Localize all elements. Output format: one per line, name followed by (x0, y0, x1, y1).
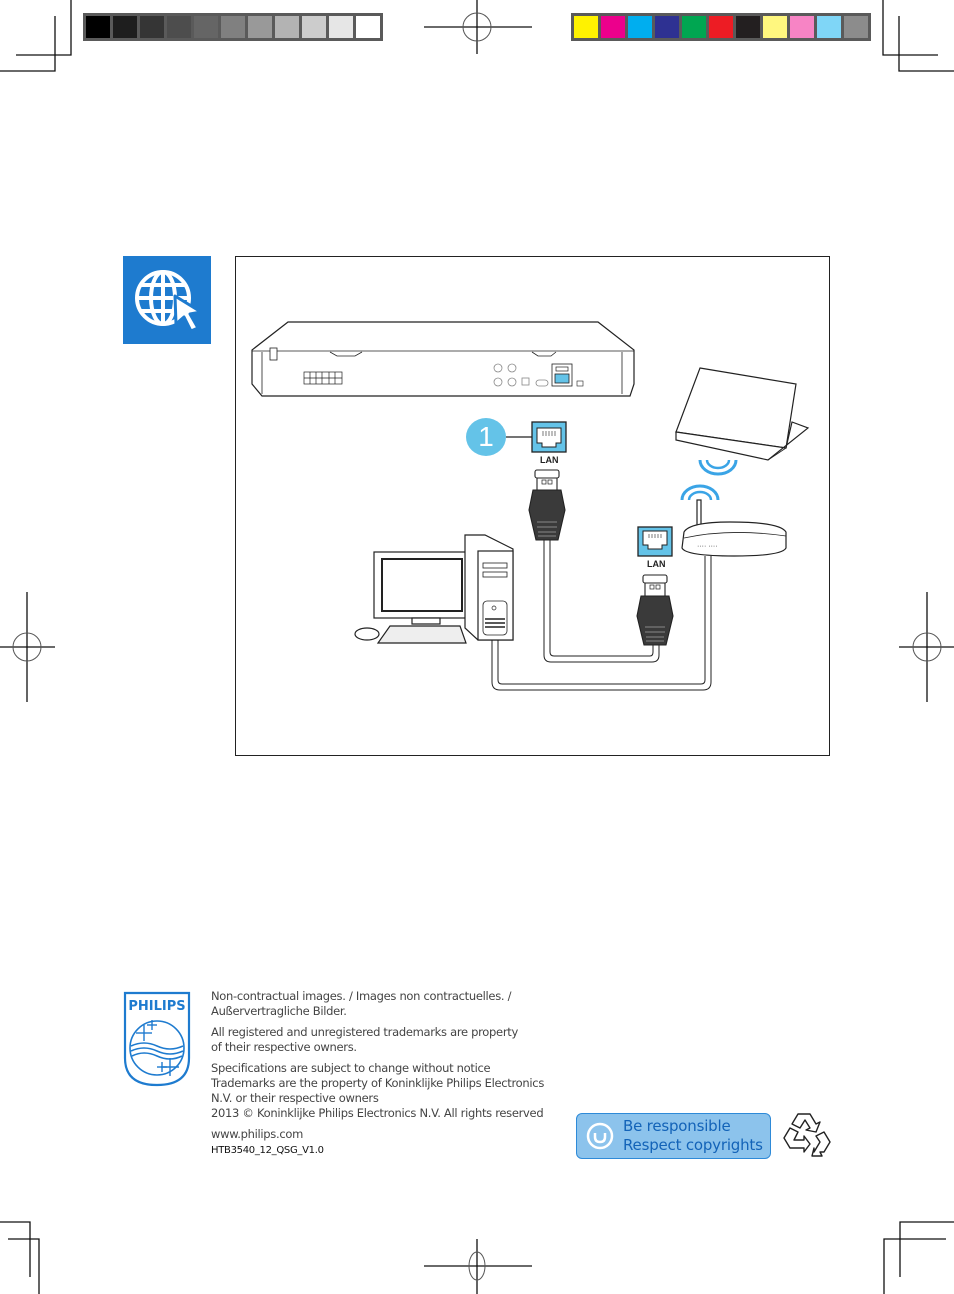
legal-line: Specifications are subject to change wit… (211, 1061, 491, 1075)
philips-wordmark: PHILIPS (128, 999, 185, 1014)
wifi-signal-icon (680, 459, 738, 501)
legal-line: 2013 © Koninklijke Philips Electronics N… (211, 1106, 544, 1120)
speaker-terminal-block (303, 371, 343, 385)
legal-line: All registered and unregistered trademar… (211, 1025, 518, 1039)
ethernet-cables (491, 540, 712, 691)
website-link[interactable]: www.philips.com (211, 1127, 303, 1141)
respect-line-1: Be responsible (623, 1117, 731, 1135)
legal-line: Außervertragliche Bilder. (211, 1004, 347, 1018)
home-theater-player (251, 321, 635, 397)
svg-text:···· ····: ···· ···· (697, 543, 718, 550)
ethernet-plug-router (636, 574, 674, 646)
recycle-icon (783, 1113, 831, 1157)
desktop-computer (354, 534, 514, 644)
document-code: HTB3540_12_QSG_V1.0 (211, 1145, 324, 1156)
tablet-device (675, 367, 810, 461)
wireless-router: ···· ···· (681, 499, 787, 557)
legal-line: Non-contractual images. / Images non con… (211, 989, 512, 1003)
philips-shield-logo: PHILIPS (123, 991, 191, 1087)
player-lan-jack (531, 421, 567, 453)
legal-line: Trademarks are the property of Koninklij… (211, 1076, 545, 1090)
smile-icon (586, 1122, 614, 1150)
player-lan-label: LAN (540, 455, 559, 465)
respect-copyrights-badge: Be responsible Respect copyrights (576, 1113, 771, 1159)
step-number-badge: 1 (466, 418, 506, 456)
legal-line: of their respective owners. (211, 1040, 357, 1054)
router-lan-label: LAN (647, 559, 666, 569)
legal-line: N.V. or their respective owners (211, 1091, 379, 1105)
respect-line-2: Respect copyrights (623, 1136, 763, 1154)
router-lan-jack (637, 526, 673, 557)
legal-notice: Non-contractual images. / Images non con… (211, 989, 544, 1158)
ethernet-plug-player (528, 469, 566, 541)
